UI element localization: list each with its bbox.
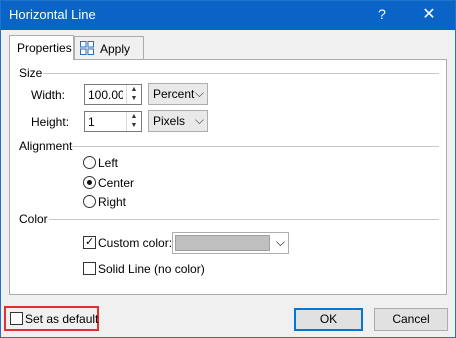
width-unit-select[interactable]: Percent ⌵	[148, 83, 208, 105]
set-default-checkbox[interactable]	[10, 312, 23, 325]
tab-apply-to[interactable]: Apply to	[74, 36, 144, 70]
checkmark-icon: ✓	[85, 236, 95, 248]
color-swatch	[175, 235, 270, 251]
solid-line-label: Solid Line (no color)	[98, 262, 205, 276]
radio-center-label: Center	[98, 176, 135, 190]
height-unit-value: Pixels	[153, 114, 186, 128]
width-spinner[interactable]: ▲ ▼	[84, 84, 142, 105]
tab-properties[interactable]: Properties	[9, 35, 74, 60]
horizontal-line-dialog: Horizontal Line ? ✕ Properties Apply to …	[0, 0, 456, 338]
height-spin-arrows[interactable]: ▲ ▼	[126, 112, 141, 131]
solid-line-checkbox[interactable]	[83, 262, 96, 275]
grid-icon	[80, 41, 94, 55]
custom-color-checkbox[interactable]: ✓	[83, 236, 96, 249]
spin-up-icon[interactable]: ▲	[127, 112, 141, 121]
ok-button[interactable]: OK	[294, 308, 363, 331]
width-input[interactable]	[85, 85, 123, 104]
spin-down-icon[interactable]: ▼	[127, 94, 141, 103]
radio-right-label: Right	[98, 195, 127, 209]
title-bar: Horizontal Line ? ✕	[1, 1, 455, 30]
window-title: Horizontal Line	[9, 7, 96, 22]
radio-left-label: Left	[98, 156, 119, 170]
radio-left[interactable]	[83, 156, 96, 169]
color-picker[interactable]: ⌵	[172, 232, 289, 254]
height-label: Height:	[31, 115, 70, 129]
color-separator	[49, 219, 439, 220]
height-input[interactable]	[85, 112, 123, 131]
chevron-down-icon: ⌵	[194, 113, 204, 127]
help-button[interactable]: ?	[374, 6, 390, 22]
size-separator	[43, 73, 439, 74]
width-unit-value: Percent	[153, 87, 195, 101]
properties-panel	[9, 59, 447, 295]
color-group-label: Color	[19, 212, 48, 226]
cancel-button[interactable]: Cancel	[374, 308, 448, 331]
set-default-label: Set as default	[25, 312, 99, 326]
width-label: Width:	[31, 88, 66, 102]
size-group-label: Size	[19, 66, 43, 80]
height-spinner[interactable]: ▲ ▼	[84, 111, 142, 132]
radio-right[interactable]	[83, 195, 96, 208]
width-spin-arrows[interactable]: ▲ ▼	[126, 85, 141, 104]
custom-color-label: Custom color:	[98, 236, 173, 250]
spin-down-icon[interactable]: ▼	[127, 121, 141, 130]
close-button[interactable]: ✕	[419, 4, 439, 24]
tab-properties-label: Properties	[17, 41, 72, 55]
chevron-down-icon: ⌵	[194, 86, 204, 100]
height-unit-select[interactable]: Pixels ⌵	[148, 110, 208, 132]
spin-up-icon[interactable]: ▲	[127, 85, 141, 94]
alignment-group-label: Alignment	[19, 139, 73, 153]
alignment-separator	[71, 146, 439, 147]
radio-center[interactable]	[83, 176, 96, 189]
chevron-down-icon: ⌵	[275, 235, 285, 249]
